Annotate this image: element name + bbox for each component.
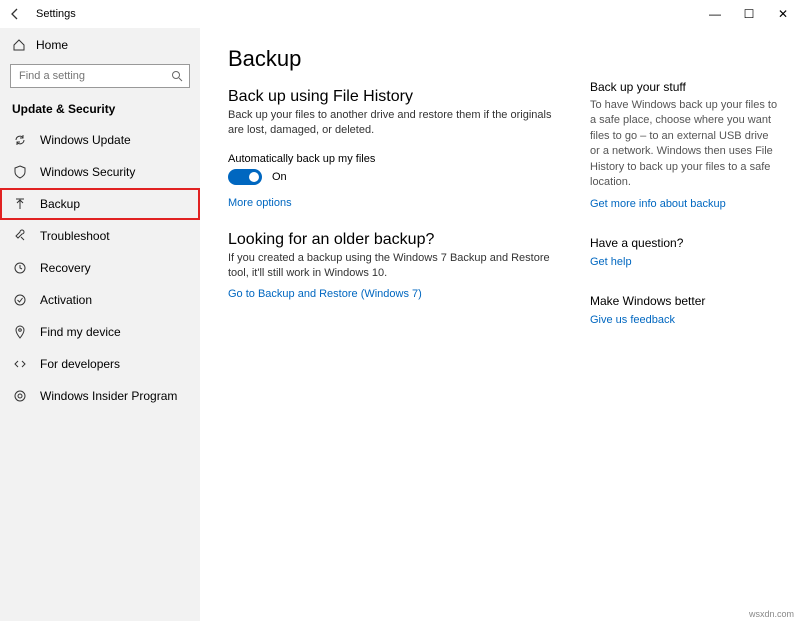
sidebar-item-find-my-device[interactable]: Find my device — [0, 316, 200, 348]
make-better-heading: Make Windows better — [590, 294, 780, 308]
sidebar-item-windows-update[interactable]: Windows Update — [0, 124, 200, 156]
sidebar-item-label: Recovery — [40, 261, 91, 275]
sidebar-item-label: Backup — [40, 197, 80, 211]
location-icon — [12, 324, 28, 340]
auto-backup-toggle[interactable] — [228, 169, 262, 185]
backup-stuff-heading: Back up your stuff — [590, 80, 780, 94]
minimize-button[interactable]: — — [698, 0, 732, 28]
search-icon — [171, 70, 183, 82]
go-to-backup-restore-link[interactable]: Go to Backup and Restore (Windows 7) — [228, 288, 590, 300]
code-icon — [12, 356, 28, 372]
sidebar-item-label: Windows Security — [40, 165, 135, 179]
file-history-heading: Back up using File History — [228, 88, 590, 106]
backup-stuff-body: To have Windows back up your files to a … — [590, 98, 780, 190]
sidebar-item-recovery[interactable]: Recovery — [0, 252, 200, 284]
window-title: Settings — [36, 8, 76, 20]
sidebar-item-troubleshoot[interactable]: Troubleshoot — [0, 220, 200, 252]
question-heading: Have a question? — [590, 236, 780, 250]
sidebar-item-windows-security[interactable]: Windows Security — [0, 156, 200, 188]
check-icon — [12, 292, 28, 308]
file-history-desc: Back up your files to another drive and … — [228, 108, 558, 139]
back-arrow-icon — [10, 8, 22, 20]
wrench-icon — [12, 228, 28, 244]
sync-icon — [12, 132, 28, 148]
shield-icon — [12, 164, 28, 180]
sidebar-item-for-developers[interactable]: For developers — [0, 348, 200, 380]
toggle-state-label: On — [272, 171, 287, 183]
main-panel: Backup Back up using File History Back u… — [200, 28, 800, 621]
home-nav[interactable]: Home — [0, 32, 200, 58]
sidebar: Home Update & Security Windows Update Wi… — [0, 28, 200, 621]
sidebar-item-label: Windows Insider Program — [40, 389, 177, 403]
search-input[interactable] — [17, 69, 171, 83]
sidebar-item-label: Windows Update — [40, 133, 131, 147]
sidebar-item-activation[interactable]: Activation — [0, 284, 200, 316]
more-info-backup-link[interactable]: Get more info about backup — [590, 198, 726, 210]
insider-icon — [12, 388, 28, 404]
search-box[interactable] — [10, 64, 190, 88]
sidebar-section-title: Update & Security — [0, 96, 200, 124]
sidebar-item-label: Find my device — [40, 325, 121, 339]
toggle-knob-icon — [249, 172, 259, 182]
sidebar-item-backup[interactable]: Backup — [0, 188, 200, 220]
sidebar-item-label: Activation — [40, 293, 92, 307]
maximize-button[interactable]: ☐ — [732, 0, 766, 28]
sidebar-item-label: Troubleshoot — [40, 229, 110, 243]
back-button[interactable] — [10, 8, 24, 20]
window-controls: — ☐ ✕ — [698, 0, 800, 28]
recovery-icon — [12, 260, 28, 276]
feedback-link[interactable]: Give us feedback — [590, 314, 675, 326]
page-title: Backup — [228, 46, 590, 72]
close-button[interactable]: ✕ — [766, 0, 800, 28]
home-label: Home — [36, 38, 68, 52]
titlebar: Settings — ☐ ✕ — [0, 0, 800, 28]
more-options-link[interactable]: More options — [228, 197, 590, 209]
older-backup-heading: Looking for an older backup? — [228, 231, 590, 249]
get-help-link[interactable]: Get help — [590, 256, 632, 268]
auto-backup-label: Automatically back up my files — [228, 153, 590, 165]
older-backup-desc: If you created a backup using the Window… — [228, 251, 558, 282]
home-icon — [12, 38, 26, 52]
sidebar-item-label: For developers — [40, 357, 120, 371]
right-column: Back up your stuff To have Windows back … — [590, 46, 780, 621]
backup-arrow-icon — [12, 196, 28, 212]
sidebar-item-insider-program[interactable]: Windows Insider Program — [0, 380, 200, 412]
watermark: wsxdn.com — [749, 609, 794, 619]
